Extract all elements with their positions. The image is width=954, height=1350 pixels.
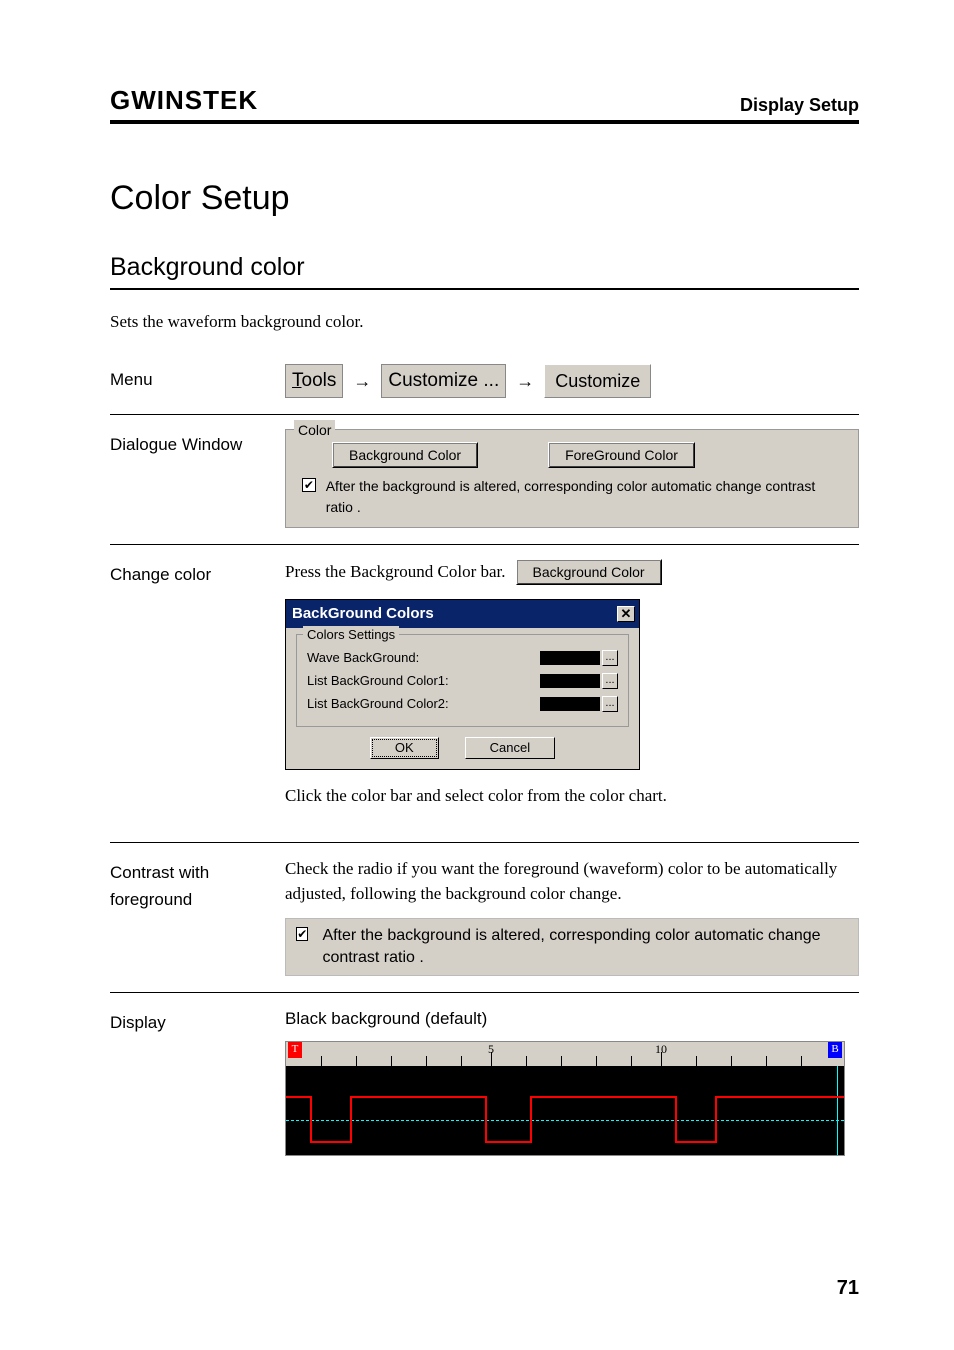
color-groupbox: Color Background Color ForeGround Color … bbox=[285, 429, 859, 528]
page-number: 71 bbox=[837, 1277, 859, 1300]
list-bg2-label: List BackGround Color2: bbox=[307, 695, 449, 714]
after-dialog-text: Click the color bar and select color fro… bbox=[285, 784, 859, 809]
wave-background-swatch[interactable] bbox=[540, 651, 600, 665]
color-picker-button[interactable]: ... bbox=[602, 673, 618, 689]
row-label: Change color bbox=[110, 559, 285, 588]
menu-tools[interactable]: Tools bbox=[285, 364, 343, 398]
arrow-icon: → bbox=[353, 368, 371, 394]
close-icon[interactable]: ✕ bbox=[617, 606, 635, 622]
checkbox-label: After the background is altered, corresp… bbox=[322, 925, 848, 968]
background-color-button[interactable]: Background Color bbox=[332, 442, 478, 468]
arrow-icon: → bbox=[516, 368, 534, 394]
row-display: Display Black background (default) T 5 1… bbox=[110, 993, 859, 1173]
row-contrast: Contrast with foreground Check the radio… bbox=[110, 843, 859, 992]
row-dialogue: Dialogue Window Color Background Color F… bbox=[110, 415, 859, 545]
row-menu: Menu Tools → Customize ... → Customize bbox=[110, 350, 859, 415]
section-title: Background color bbox=[110, 253, 859, 290]
header-title: Display Setup bbox=[740, 95, 859, 116]
display-subtitle: Black background (default) bbox=[285, 1007, 859, 1032]
list-bg1-label: List BackGround Color1: bbox=[307, 672, 449, 691]
background-colors-dialog: BackGround Colors ✕ Colors Settings Wave… bbox=[285, 599, 640, 770]
color-picker-button[interactable]: ... bbox=[602, 650, 618, 666]
row-label: Contrast with foreground bbox=[110, 857, 285, 913]
ok-button[interactable]: OK bbox=[370, 737, 439, 760]
foreground-color-button[interactable]: ForeGround Color bbox=[548, 442, 695, 468]
waveform-trace bbox=[286, 1042, 845, 1156]
page-title: Color Setup bbox=[110, 179, 859, 218]
row-label: Display bbox=[110, 1007, 285, 1036]
page-header: GWINSTEK Display Setup bbox=[110, 85, 859, 124]
row-change-color: Change color Press the Background Color … bbox=[110, 545, 859, 843]
press-text: Press the Background Color bar. bbox=[285, 560, 506, 585]
intro-text: Sets the waveform background color. bbox=[110, 312, 859, 332]
list-bg2-swatch[interactable] bbox=[540, 697, 600, 711]
dialog-group-legend: Colors Settings bbox=[303, 626, 399, 645]
color-picker-button[interactable]: ... bbox=[602, 696, 618, 712]
row-label: Menu bbox=[110, 364, 285, 393]
cancel-button[interactable]: Cancel bbox=[465, 737, 555, 760]
dialog-title: BackGround Colors bbox=[292, 603, 434, 625]
brand-logo: GWINSTEK bbox=[110, 85, 258, 116]
auto-contrast-checkbox[interactable]: ✔ bbox=[302, 478, 316, 492]
row-label: Dialogue Window bbox=[110, 429, 285, 458]
menu-customize[interactable]: Customize ... bbox=[381, 364, 506, 398]
wave-background-label: Wave BackGround: bbox=[307, 649, 419, 668]
checkbox-label: After the background is altered, corresp… bbox=[326, 476, 842, 517]
contrast-description: Check the radio if you want the foregrou… bbox=[285, 857, 859, 906]
groupbox-legend: Color bbox=[294, 420, 335, 440]
waveform-display: T 5 10 B bbox=[285, 1041, 845, 1156]
background-color-button[interactable]: Background Color bbox=[516, 559, 662, 585]
list-bg1-swatch[interactable] bbox=[540, 674, 600, 688]
tab-customize[interactable]: Customize bbox=[544, 364, 651, 398]
auto-contrast-checkbox[interactable]: ✔ bbox=[296, 927, 308, 941]
menu-chain: Tools → Customize ... → Customize bbox=[285, 364, 859, 398]
